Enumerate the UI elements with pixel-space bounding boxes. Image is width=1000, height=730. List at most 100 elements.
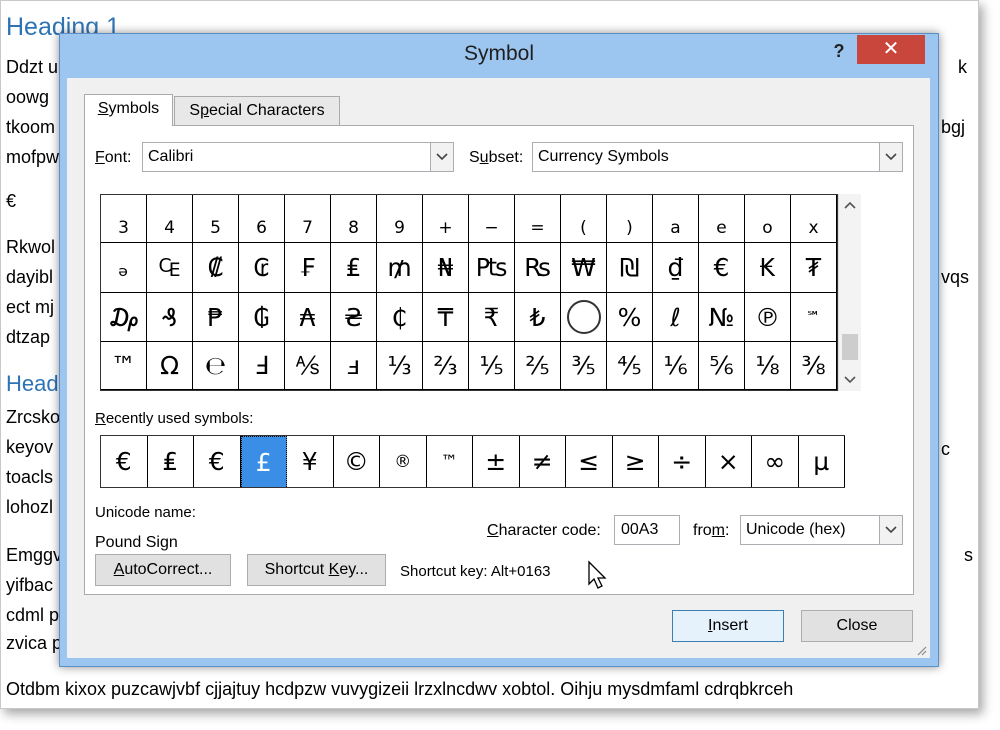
- symbol-cell[interactable]: ℠: [791, 293, 837, 342]
- symbol-cell[interactable]: [561, 293, 607, 342]
- chevron-down-icon[interactable]: [879, 143, 902, 171]
- symbol-cell[interactable]: =: [515, 195, 561, 243]
- recent-symbol-cell[interactable]: ®: [380, 436, 427, 487]
- recent-symbol-cell-selected[interactable]: £: [240, 436, 287, 487]
- recent-symbol-cell[interactable]: ≠: [520, 436, 566, 487]
- symbol-cell[interactable]: ⅕: [469, 342, 515, 390]
- symbol-cell[interactable]: ₢: [239, 243, 285, 293]
- symbol-cell[interactable]: ₸: [423, 293, 469, 342]
- tab-special-characters[interactable]: Special Characters: [174, 96, 340, 126]
- tab-symbols[interactable]: Symbols: [84, 94, 173, 126]
- symbol-cell[interactable]: 8: [331, 195, 377, 243]
- symbol-cell[interactable]: ₔ: [101, 243, 147, 293]
- chevron-down-icon[interactable]: [839, 371, 861, 389]
- symbol-cell[interactable]: Ω: [147, 342, 193, 390]
- symbol-cell[interactable]: ): [607, 195, 653, 243]
- symbol-cell[interactable]: ₠: [147, 243, 193, 293]
- autocorrect-button[interactable]: AutoCorrect...: [95, 554, 231, 586]
- symbol-cell[interactable]: ₡: [193, 243, 239, 293]
- recent-symbol-cell[interactable]: ©: [334, 436, 380, 487]
- symbol-cell[interactable]: ₺: [515, 293, 561, 342]
- chevron-down-icon[interactable]: [879, 516, 902, 544]
- symbol-cell[interactable]: ₫: [653, 243, 699, 293]
- symbol-cell[interactable]: 6: [239, 195, 285, 243]
- title-close-button[interactable]: ✕: [857, 35, 925, 64]
- recent-symbol-cell[interactable]: µ: [799, 436, 845, 487]
- shortcut-key-button[interactable]: Shortcut Key...: [247, 554, 386, 586]
- recent-symbol-cell[interactable]: ≤: [566, 436, 613, 487]
- symbol-cell[interactable]: 3: [101, 195, 147, 243]
- symbol-cell[interactable]: ₮: [791, 243, 837, 293]
- symbol-cell[interactable]: ₳: [285, 293, 331, 342]
- symbol-cell[interactable]: o: [745, 195, 791, 243]
- symbol-cell[interactable]: %: [607, 293, 653, 342]
- scrollbar-thumb[interactable]: [842, 334, 858, 360]
- chevron-up-icon[interactable]: [839, 196, 861, 214]
- symbol-cell[interactable]: ⅙: [653, 342, 699, 390]
- recent-symbol-cell[interactable]: ≥: [613, 436, 659, 487]
- symbol-cell[interactable]: ₹: [469, 293, 515, 342]
- chevron-down-icon[interactable]: [430, 143, 453, 171]
- symbol-cell[interactable]: ⅎ: [331, 342, 377, 390]
- symbol-cell[interactable]: ₨: [515, 243, 561, 293]
- symbol-cell[interactable]: ⅜: [791, 342, 837, 390]
- symbol-cell[interactable]: ₰: [147, 293, 193, 342]
- symbol-cell[interactable]: ⅘: [607, 342, 653, 390]
- recent-symbol-cell[interactable]: €: [101, 436, 148, 487]
- symbol-cell[interactable]: ℮: [193, 342, 239, 390]
- symbol-cell[interactable]: ₧: [469, 243, 515, 293]
- symbol-cell[interactable]: ₥: [377, 243, 423, 293]
- recent-symbol-cell[interactable]: ±: [473, 436, 520, 487]
- symbol-cell[interactable]: ₯: [101, 293, 147, 342]
- recent-symbol-cell[interactable]: ™: [427, 436, 473, 487]
- symbol-cell[interactable]: ⅓: [377, 342, 423, 390]
- symbol-cell[interactable]: +: [423, 195, 469, 243]
- symbol-cell[interactable]: ℓ: [653, 293, 699, 342]
- symbol-cell[interactable]: ⅚: [699, 342, 745, 390]
- symbol-cell[interactable]: ₲: [239, 293, 285, 342]
- symbol-cell[interactable]: ⅖: [515, 342, 561, 390]
- symbol-cell[interactable]: 9: [377, 195, 423, 243]
- symbol-cell[interactable]: ℗: [745, 293, 791, 342]
- resize-grip-icon[interactable]: [915, 644, 927, 656]
- symbol-cell[interactable]: ₵: [377, 293, 423, 342]
- recent-symbol-cell[interactable]: ∞: [752, 436, 799, 487]
- close-button[interactable]: Close: [801, 610, 913, 642]
- recent-symbol-cell[interactable]: ¥: [287, 436, 334, 487]
- symbol-cell[interactable]: ₤: [331, 243, 377, 293]
- help-button[interactable]: ?: [825, 38, 853, 64]
- symbol-cell[interactable]: ⅗: [561, 342, 607, 390]
- dialog-titlebar[interactable]: Symbol ? ✕: [60, 34, 938, 78]
- symbol-cell[interactable]: −: [469, 195, 515, 243]
- symbol-cell[interactable]: 7: [285, 195, 331, 243]
- symbol-cell[interactable]: Ⅎ: [239, 342, 285, 390]
- symbol-cell[interactable]: ₣: [285, 243, 331, 293]
- symbol-cell[interactable]: e: [699, 195, 745, 243]
- font-select[interactable]: Calibri: [142, 142, 454, 172]
- symbol-cell[interactable]: €: [699, 243, 745, 293]
- symbol-cell[interactable]: 4: [147, 195, 193, 243]
- subset-select[interactable]: Currency Symbols: [532, 142, 903, 172]
- symbol-cell[interactable]: ₩: [561, 243, 607, 293]
- symbol-cell[interactable]: a: [653, 195, 699, 243]
- recent-symbol-cell[interactable]: €: [194, 436, 241, 487]
- character-code-input[interactable]: 00A3: [614, 515, 680, 545]
- symbol-grid-scrollbar[interactable]: [838, 194, 861, 391]
- symbol-cell[interactable]: ⅔: [423, 342, 469, 390]
- insert-button[interactable]: Insert: [672, 610, 784, 642]
- symbol-cell[interactable]: x: [791, 195, 837, 243]
- symbol-cell[interactable]: ₱: [193, 293, 239, 342]
- recent-symbol-cell[interactable]: ÷: [659, 436, 706, 487]
- symbol-cell[interactable]: ₭: [745, 243, 791, 293]
- symbol-cell[interactable]: ™: [101, 342, 147, 390]
- symbol-cell[interactable]: ⅍: [285, 342, 331, 390]
- symbol-cell[interactable]: ⅛: [745, 342, 791, 390]
- symbol-cell[interactable]: ₦: [423, 243, 469, 293]
- symbol-cell[interactable]: ₪: [607, 243, 653, 293]
- recent-symbol-cell[interactable]: ₤: [148, 436, 194, 487]
- from-select[interactable]: Unicode (hex): [740, 515, 903, 545]
- symbol-cell[interactable]: (: [561, 195, 607, 243]
- symbol-cell[interactable]: №: [699, 293, 745, 342]
- recent-symbol-cell[interactable]: ×: [706, 436, 752, 487]
- symbol-cell[interactable]: 5: [193, 195, 239, 243]
